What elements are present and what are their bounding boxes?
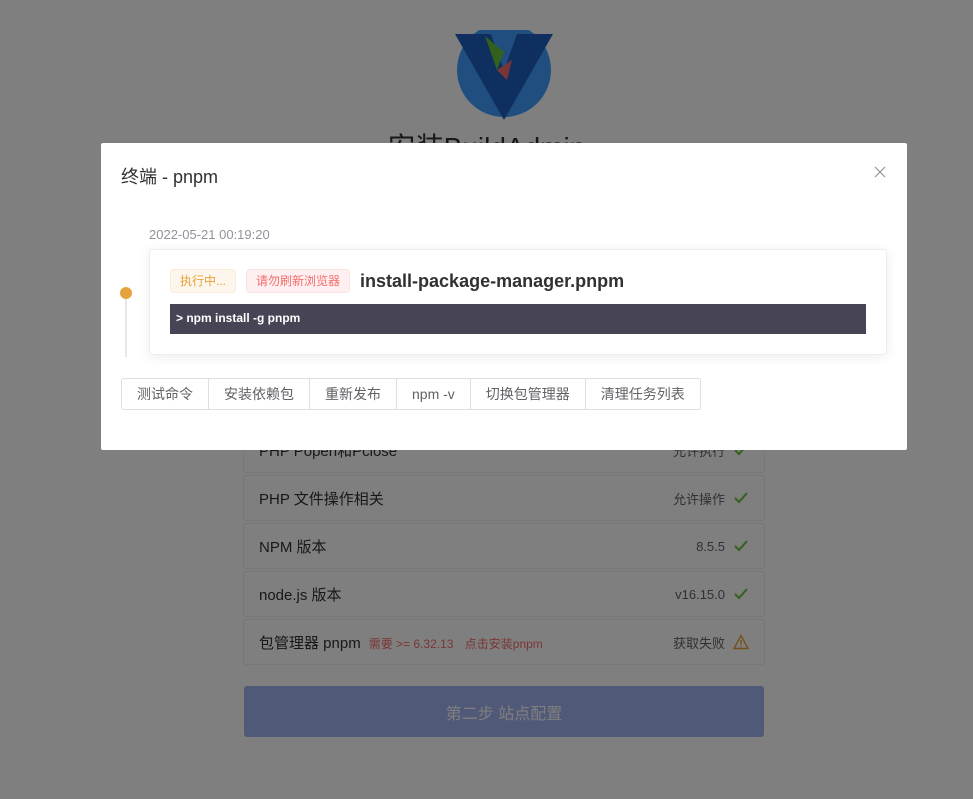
timeline-dot — [120, 287, 132, 299]
status-badge: 执行中... — [170, 269, 237, 293]
npm-version-button[interactable]: npm -v — [396, 378, 471, 410]
terminal-dialog: 终端 - pnpm 2022-05-21 00:19:20 执行中... 请勿刷… — [101, 143, 907, 450]
close-icon[interactable] — [873, 165, 887, 179]
terminal-button-group: 测试命令 安装依赖包 重新发布 npm -v 切换包管理器 清理任务列表 — [121, 378, 701, 410]
clear-task-list-button[interactable]: 清理任务列表 — [584, 378, 701, 410]
test-command-button[interactable]: 测试命令 — [121, 378, 209, 410]
timeline-line — [125, 299, 127, 357]
install-dependencies-button[interactable]: 安装依赖包 — [208, 378, 310, 410]
republish-button[interactable]: 重新发布 — [309, 378, 397, 410]
task-card: 执行中... 请勿刷新浏览器 install-package-manager.p… — [149, 249, 887, 355]
task-name: install-package-manager.pnpm — [360, 270, 625, 291]
switch-package-manager-button[interactable]: 切换包管理器 — [469, 378, 586, 410]
task-timestamp: 2022-05-21 00:19:20 — [149, 227, 270, 242]
terminal-output: > npm install -g pnpm — [170, 304, 866, 334]
dialog-title: 终端 - pnpm — [121, 167, 219, 187]
notice-badge: 请勿刷新浏览器 — [246, 269, 351, 293]
